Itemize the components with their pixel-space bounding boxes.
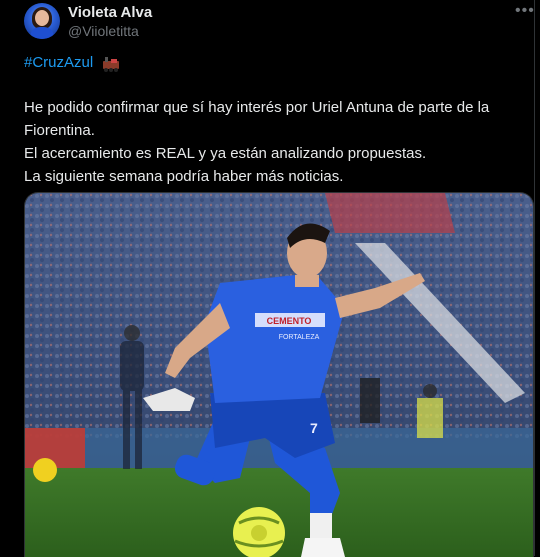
author-handle[interactable]: @Viioletitta xyxy=(68,23,139,39)
jersey-sponsor: CEMENTO xyxy=(267,316,312,326)
tweet-line: He podido confirmar que sí hay interés p… xyxy=(24,99,490,116)
tweet-card: Violeta Alva @Viioletitta ••• #CruzAzul … xyxy=(0,0,535,557)
tweet-line: Fiorentina. xyxy=(24,122,95,139)
soccer-ball xyxy=(233,507,285,557)
tweet-photo[interactable]: CEMENTO FORTALEZA 7 xyxy=(24,192,534,557)
author-name[interactable]: Violeta Alva xyxy=(68,4,152,21)
tweet-line: La siguiente semana podría haber más not… xyxy=(24,168,344,185)
train-emoji-icon xyxy=(103,57,119,72)
hashtag-link[interactable]: #CruzAzul xyxy=(24,54,93,71)
avatar[interactable] xyxy=(24,3,60,39)
jersey-sponsor-sub: FORTALEZA xyxy=(279,334,320,341)
tweet-text: He podido confirmar que sí hay interés p… xyxy=(24,96,529,188)
football-player-photo: CEMENTO FORTALEZA 7 xyxy=(25,193,533,557)
shorts-number: 7 xyxy=(310,420,318,436)
tweet-line: El acercamiento es REAL y ya están anali… xyxy=(24,145,427,162)
more-dots-icon[interactable]: ••• xyxy=(515,2,535,20)
